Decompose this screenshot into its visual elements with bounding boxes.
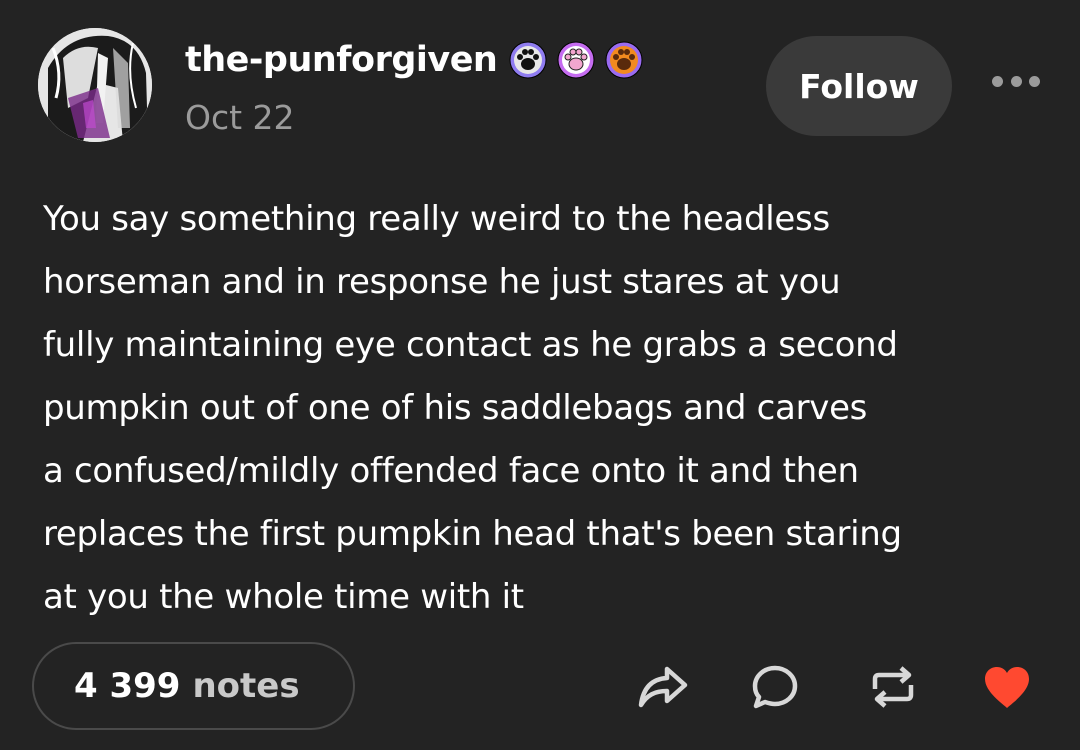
notes-label: notes [192,666,300,706]
post-body-line: a confused/mildly offended face onto it … [43,451,859,491]
more-dot [1010,75,1022,87]
notes-count: 4 399 [74,666,181,706]
author-username[interactable]: the-punforgiven [185,40,498,80]
share-icon[interactable] [636,660,690,714]
post-body-line: replaces the first pumpkin head that's b… [43,514,902,554]
paw-badge-pink-icon[interactable] [557,41,595,79]
post-body: You say something really weird to the he… [43,188,1043,629]
like-heart-icon[interactable] [980,660,1034,714]
post-body-line: horseman and in response he just stares … [43,262,841,302]
reply-icon[interactable] [748,660,802,714]
paw-badge-orange-icon[interactable] [605,41,643,79]
more-dot [1029,75,1040,87]
more-dot [992,75,1003,87]
post-body-line: at you the whole time with it [43,577,524,617]
post-body-line: You say something really weird to the he… [43,199,830,239]
author-header: the-punforgiven [185,38,643,82]
reblog-icon[interactable] [866,660,920,714]
follow-button[interactable]: Follow [766,36,952,136]
post-body-line: pumpkin out of one of his saddlebags and… [43,388,868,428]
post-card: the-punforgiven Oct 22 Follow You say so… [0,0,1080,750]
more-options-icon[interactable] [990,66,1042,96]
avatar-image [38,28,152,142]
notes-button[interactable]: 4 399 notes [32,642,355,730]
paw-badge-black-icon[interactable] [509,41,547,79]
author-avatar[interactable] [38,28,152,142]
post-body-line: fully maintaining eye contact as he grab… [43,325,898,365]
post-date: Oct 22 [185,98,295,137]
